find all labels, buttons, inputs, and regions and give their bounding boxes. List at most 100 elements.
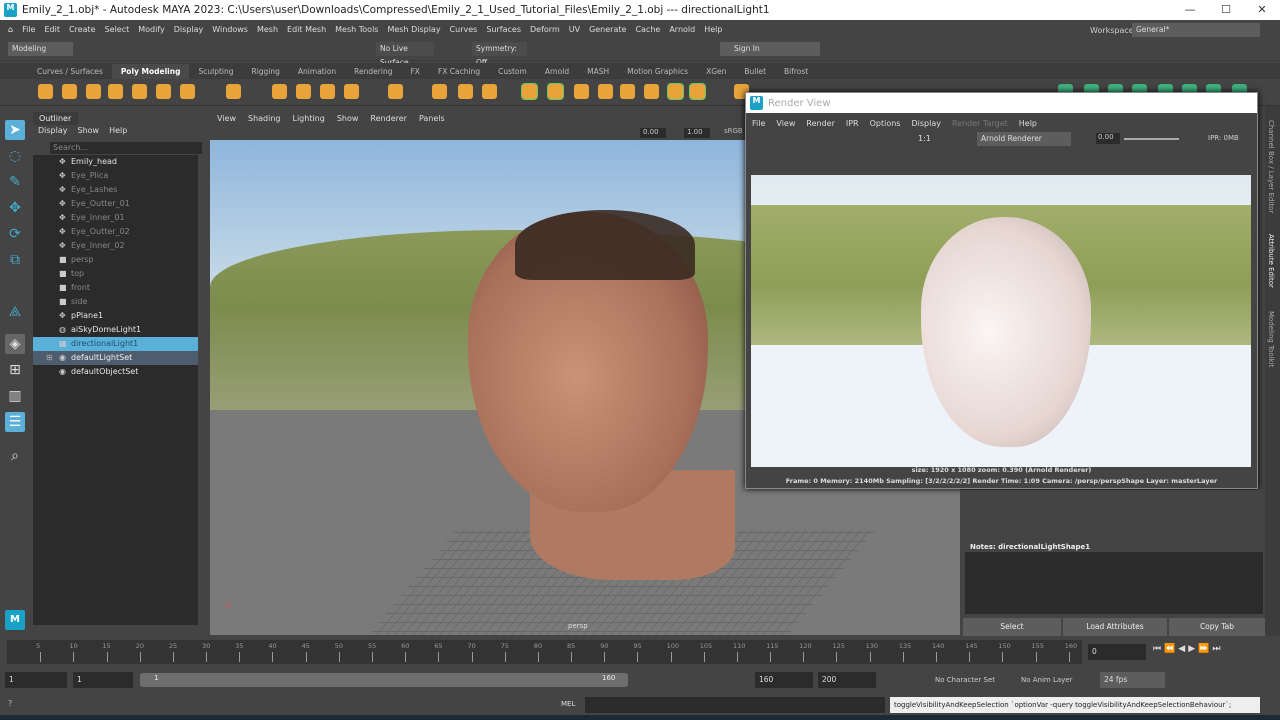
menu-create[interactable]: Create <box>69 25 96 34</box>
shelf-tool-icon[interactable] <box>344 84 359 99</box>
search-icon[interactable]: ⌕ <box>5 446 25 466</box>
close-button[interactable]: ✕ <box>1244 0 1280 20</box>
shelf-tab-sculpting[interactable]: Sculpting <box>189 64 242 79</box>
shelf-tool-icon[interactable] <box>108 84 123 99</box>
shelf-tool-icon[interactable] <box>574 84 589 99</box>
viewport-menu-show[interactable]: Show <box>337 112 359 126</box>
menu-mesh-display[interactable]: Mesh Display <box>387 25 440 34</box>
shelf-tab-bifrost[interactable]: Bifrost <box>775 64 817 79</box>
menu-surfaces[interactable]: Surfaces <box>486 25 521 34</box>
maximize-button[interactable]: ☐ <box>1208 0 1244 20</box>
workspace-dropdown[interactable]: General* <box>1132 23 1260 37</box>
timeline-track[interactable]: 5 10 15 20 25 30 35 40 45 50 55 60 65 70 75 80 85 90 95 100… <box>7 640 1082 664</box>
outliner-item[interactable]: ✥ Eye_Outter_02 <box>33 225 198 239</box>
shelf-tool-icon[interactable] <box>180 84 195 99</box>
single-view-icon[interactable]: ◈ <box>5 334 25 354</box>
shelf-tool-icon[interactable] <box>388 84 403 99</box>
menu-edit-mesh[interactable]: Edit Mesh <box>287 25 326 34</box>
layout-icon[interactable]: ▥ <box>5 386 25 406</box>
render-menu-file[interactable]: File <box>752 118 765 130</box>
lasso-tool-icon[interactable]: ◌ <box>5 146 25 166</box>
menu-deform[interactable]: Deform <box>530 25 560 34</box>
menu-arnold[interactable]: Arnold <box>669 25 695 34</box>
shelf-tab-custom[interactable]: Custom <box>489 64 536 79</box>
render-menu-ipr[interactable]: IPR <box>846 118 859 130</box>
outliner-item[interactable]: ■ side <box>33 295 198 309</box>
outliner-menu-display[interactable]: Display <box>38 126 68 138</box>
current-frame-field[interactable]: 0 <box>1088 644 1146 660</box>
viewport-menu-lighting[interactable]: Lighting <box>292 112 324 126</box>
menu-select[interactable]: Select <box>105 25 130 34</box>
shelf-tool-icon[interactable] <box>226 84 241 99</box>
outliner-item[interactable]: ▦ directionalLight1 <box>33 337 198 351</box>
range-slider-bar[interactable]: 1 160 <box>140 673 628 687</box>
shelf-tool-icon[interactable] <box>156 84 171 99</box>
menu-mesh-tools[interactable]: Mesh Tools <box>335 25 378 34</box>
outliner-menu-show[interactable]: Show <box>78 126 100 138</box>
shelf-tool-icon[interactable] <box>644 84 659 99</box>
shelf-tab-motion-graphics[interactable]: Motion Graphics <box>618 64 697 79</box>
shelf-tab-arnold[interactable]: Arnold <box>536 64 578 79</box>
outliner-item[interactable]: ■ top <box>33 267 198 281</box>
minimize-button[interactable]: — <box>1172 0 1208 20</box>
anim-start-field[interactable]: 1 <box>73 672 133 688</box>
script-language-toggle[interactable]: MEL <box>561 700 575 708</box>
start-time-field[interactable]: 1 <box>5 672 67 688</box>
shelf-tool-icon[interactable] <box>320 84 335 99</box>
symmetry-dropdown[interactable]: Symmetry: Off <box>472 42 527 67</box>
shelf-tool-icon[interactable] <box>458 84 473 99</box>
channel-box-tab[interactable]: Channel Box / Layer Editor <box>1267 120 1275 213</box>
select-button[interactable]: Select <box>963 618 1061 636</box>
shelf-tab-animation[interactable]: Animation <box>289 64 345 79</box>
render-menu-render-target[interactable]: Render Target <box>952 118 1008 130</box>
menu-cache[interactable]: Cache <box>635 25 660 34</box>
viewport-menu-panels[interactable]: Panels <box>419 112 445 126</box>
menu-set-dropdown[interactable]: Modeling <box>8 42 73 56</box>
menu-windows[interactable]: Windows <box>212 25 248 34</box>
shelf-tab-poly-modeling[interactable]: Poly Modeling <box>111 64 190 79</box>
load-attributes-button[interactable]: Load Attributes <box>1063 618 1167 636</box>
shelf-tab-rigging[interactable]: Rigging <box>243 64 289 79</box>
character-set-dropdown[interactable]: No Character Set <box>935 676 995 684</box>
shelf-tool-icon[interactable] <box>620 84 635 99</box>
renderer-dropdown[interactable]: Arnold Renderer <box>977 132 1071 146</box>
end-time-field[interactable]: 160 <box>755 672 813 688</box>
modeling-toolkit-tab[interactable]: Modeling Toolkit <box>1267 311 1275 367</box>
attribute-editor-tab[interactable]: Attribute Editor <box>1267 234 1275 288</box>
anim-end-field[interactable]: 200 <box>818 672 876 688</box>
rotate-tool-icon[interactable]: ⟳ <box>5 224 25 244</box>
outliner-item[interactable]: ◉ defaultObjectSet <box>33 365 198 379</box>
outliner-item[interactable]: ✥ Emily_head <box>33 155 198 169</box>
menu-modify[interactable]: Modify <box>138 25 165 34</box>
outliner-item[interactable]: ✥ Eye_Plica <box>33 169 198 183</box>
menu-curves[interactable]: Curves <box>450 25 478 34</box>
show-manipulator-icon[interactable]: ⟁ <box>5 302 25 322</box>
menu-help[interactable]: Help <box>704 25 722 34</box>
menu-edit[interactable]: Edit <box>44 25 60 34</box>
notes-textarea[interactable] <box>965 552 1263 614</box>
render-menu-render[interactable]: Render <box>806 118 834 130</box>
fps-dropdown[interactable]: 24 fps <box>1100 672 1165 688</box>
outliner-item[interactable]: ■ persp <box>33 253 198 267</box>
outliner-item[interactable]: ⊞ ◉ defaultLightSet <box>33 351 198 365</box>
outliner-search-input[interactable]: Search... <box>50 142 202 154</box>
shelf-tool-icon[interactable] <box>667 83 684 100</box>
select-tool-icon[interactable]: ➤ <box>5 120 25 140</box>
shelf-tab-mash[interactable]: MASH <box>578 64 618 79</box>
live-surface-field[interactable]: No Live Surface <box>376 42 434 67</box>
gamma-field[interactable]: 1.00 <box>684 128 710 138</box>
outliner-item[interactable]: ✥ Eye_Inner_02 <box>33 239 198 253</box>
render-exposure-field[interactable]: 0.00 <box>1096 133 1120 144</box>
shelf-tool-icon[interactable] <box>598 84 613 99</box>
move-tool-icon[interactable]: ✥ <box>5 198 25 218</box>
viewport-menu-shading[interactable]: Shading <box>248 112 281 126</box>
four-view-icon[interactable]: ⊞ <box>5 360 25 380</box>
shelf-tool-icon[interactable] <box>272 84 287 99</box>
shelf-tool-icon[interactable] <box>86 84 101 99</box>
shelf-tool-icon[interactable] <box>62 84 77 99</box>
shelf-tool-icon[interactable] <box>132 84 147 99</box>
scale-tool-icon[interactable]: ⧉ <box>5 250 25 270</box>
render-menu-options[interactable]: Options <box>870 118 901 130</box>
paint-select-icon[interactable]: ✎ <box>5 172 25 192</box>
shelf-tab-rendering[interactable]: Rendering <box>345 64 401 79</box>
